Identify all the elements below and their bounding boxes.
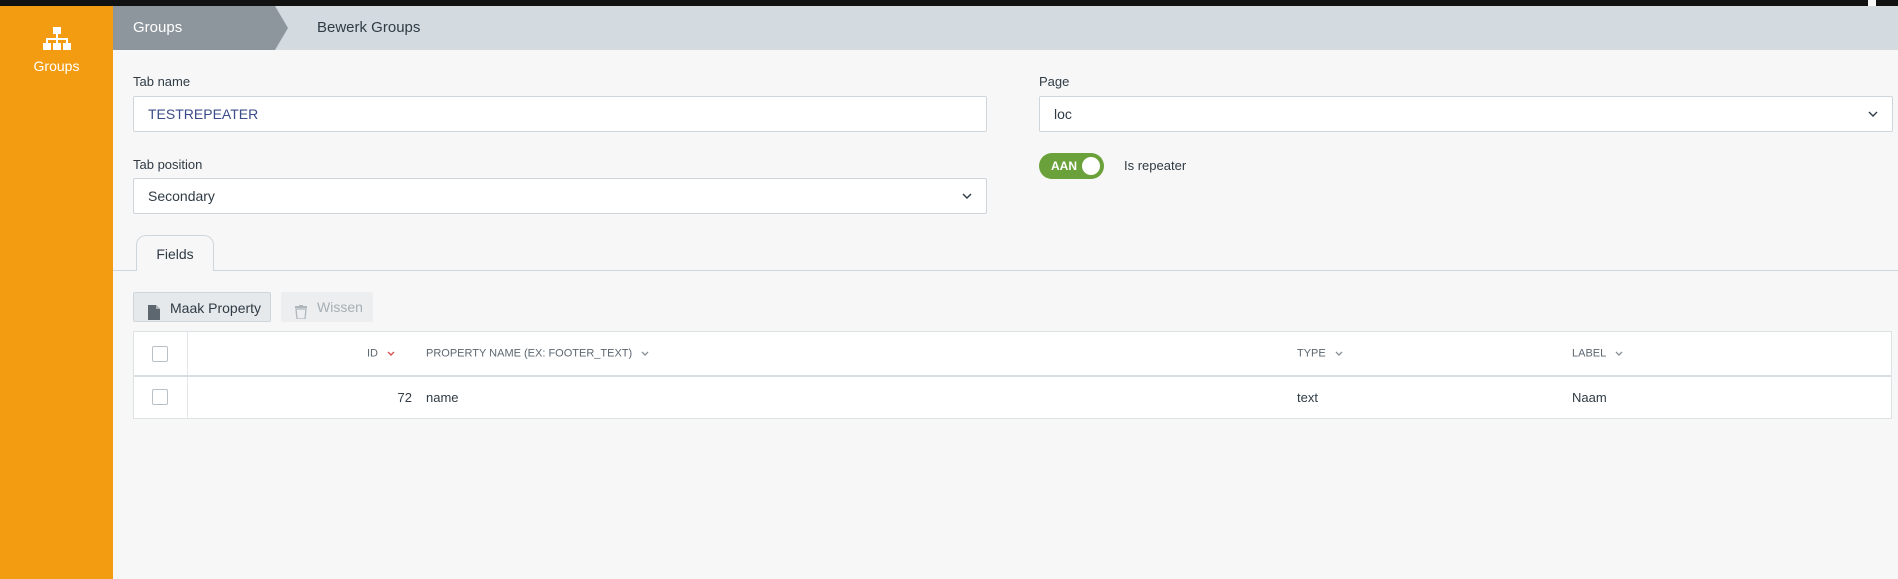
cell-label: Naam bbox=[1572, 390, 1607, 405]
column-id-label: ID bbox=[367, 347, 378, 360]
repeater-label: Is repeater bbox=[1124, 158, 1187, 173]
repeater-toggle[interactable]: AAN bbox=[1039, 153, 1104, 179]
trash-icon bbox=[295, 299, 307, 329]
repeater-toggle-text: AAN bbox=[1051, 159, 1077, 173]
tab-divider bbox=[113, 270, 1898, 271]
sitemap-icon bbox=[42, 27, 71, 50]
column-label[interactable]: LABEL bbox=[1572, 332, 1623, 375]
tab-position-label: Tab position bbox=[133, 157, 203, 172]
create-property-button[interactable]: Maak Property bbox=[133, 292, 271, 322]
row-checkbox[interactable] bbox=[152, 389, 168, 405]
cell-id: 72 bbox=[397, 390, 412, 405]
sidebar-item-label: Groups bbox=[33, 58, 80, 74]
column-property-name[interactable]: PROPERTY NAME (EX: FOOTER_TEXT) bbox=[426, 332, 649, 375]
breadcrumb-current: Bewerk Groups bbox=[317, 19, 421, 36]
sidebar: Groups bbox=[0, 6, 113, 579]
fields-table: ID PROPERTY NAME (EX: FOOTER_TEXT) TYPE … bbox=[133, 331, 1892, 419]
tab-position-value: Secondary bbox=[148, 188, 215, 204]
chevron-down-icon bbox=[641, 332, 649, 375]
chevron-down-icon bbox=[1868, 97, 1878, 131]
column-label-label: LABEL bbox=[1572, 347, 1606, 360]
column-type[interactable]: TYPE bbox=[1297, 332, 1343, 375]
chevron-down-icon bbox=[962, 179, 972, 213]
delete-label: Wissen bbox=[317, 299, 363, 315]
toggle-knob bbox=[1082, 157, 1100, 175]
tab-name-input[interactable]: TESTREPEATER bbox=[133, 96, 987, 132]
breadcrumb: Groups Bewerk Groups bbox=[113, 6, 1898, 50]
cell-type: text bbox=[1297, 390, 1318, 405]
column-id[interactable]: ID bbox=[367, 332, 395, 375]
page-select[interactable]: loc bbox=[1039, 96, 1893, 132]
tab-position-select[interactable]: Secondary bbox=[133, 178, 987, 214]
chevron-down-icon bbox=[1615, 332, 1623, 375]
tab-name-label: Tab name bbox=[133, 74, 191, 89]
page-value: loc bbox=[1054, 106, 1072, 122]
chevron-down-icon bbox=[1335, 332, 1343, 375]
tab-fields[interactable]: Fields bbox=[136, 235, 214, 271]
column-property-name-label: PROPERTY NAME (EX: FOOTER_TEXT) bbox=[426, 347, 633, 360]
breadcrumb-groups[interactable]: Groups bbox=[113, 6, 288, 50]
cell-property-name: name bbox=[426, 390, 459, 405]
sort-desc-icon bbox=[387, 332, 395, 375]
create-property-label: Maak Property bbox=[170, 300, 262, 316]
sidebar-item-groups[interactable]: Groups bbox=[0, 26, 113, 74]
page-label: Page bbox=[1039, 74, 1070, 89]
table-header: ID PROPERTY NAME (EX: FOOTER_TEXT) TYPE … bbox=[134, 332, 1891, 377]
select-all-checkbox[interactable] bbox=[152, 346, 168, 362]
file-icon bbox=[148, 300, 160, 330]
column-type-label: TYPE bbox=[1297, 347, 1326, 360]
delete-button[interactable]: Wissen bbox=[281, 292, 373, 322]
table-row[interactable]: 72 name text Naam bbox=[134, 377, 1891, 418]
